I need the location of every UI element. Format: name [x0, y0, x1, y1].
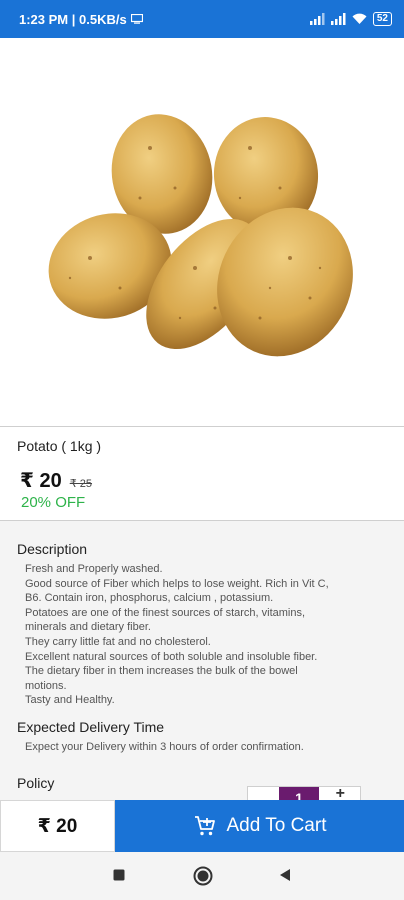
divider: [0, 426, 404, 427]
circle-icon: [193, 866, 213, 886]
home-button[interactable]: [193, 866, 213, 891]
status-right: 52: [309, 12, 392, 26]
delivery-title: Expected Delivery Time: [17, 719, 165, 735]
status-left: 1:23 PM | 0.5KB/s: [19, 12, 143, 27]
cart-total: ₹ 20: [0, 800, 115, 852]
add-to-cart-label: Add To Cart: [226, 815, 327, 836]
description-text: Fresh and Properly washed. Good source o…: [25, 562, 385, 708]
description-line: They carry little fat and no cholesterol…: [25, 635, 211, 648]
system-nav-bar: [0, 852, 404, 900]
screen-cast-icon: [130, 14, 143, 24]
potato-image: [48, 114, 353, 357]
description-line: Good source of Fiber which helps to lose…: [25, 577, 329, 590]
status-time: 1:23 PM | 0.5KB/s: [19, 11, 127, 27]
product-price: ₹ 20: [20, 470, 62, 492]
bottom-bar: ₹ 20 Add To Cart: [0, 800, 404, 852]
recent-apps-button[interactable]: [113, 868, 125, 886]
description-line: Tasty and Healthy.: [25, 694, 115, 707]
description-line: minerals and dietary fiber.: [25, 621, 151, 634]
signal-icon: [309, 13, 325, 25]
back-button[interactable]: [279, 868, 291, 887]
discount-label: 20% OFF: [21, 494, 86, 511]
product-name: Potato ( 1kg ): [17, 438, 102, 454]
quantity-plus-button[interactable]: +: [336, 787, 345, 801]
price-row: ₹ 20 ₹ 25: [20, 468, 92, 493]
add-cart-icon: [194, 816, 215, 836]
policy-title: Policy: [17, 775, 55, 791]
product-image: [0, 38, 404, 426]
add-to-cart-button[interactable]: Add To Cart: [115, 800, 404, 852]
description-line: Excellent natural sources of both solubl…: [25, 650, 318, 663]
description-title: Description: [17, 541, 88, 557]
square-icon: [113, 869, 125, 881]
signal-icon-2: [330, 13, 346, 25]
description-line: motions.: [25, 679, 67, 692]
battery-icon: 52: [372, 12, 392, 26]
status-bar: 1:23 PM | 0.5KB/s 52: [0, 0, 404, 38]
quantity-stepper[interactable]: 1 +: [247, 786, 361, 801]
triangle-icon: [280, 869, 290, 881]
description-line: Fresh and Properly washed.: [25, 563, 163, 575]
description-line: B6. Contain iron, phosphorus, calcium , …: [25, 592, 274, 605]
delivery-text: Expect your Delivery within 3 hours of o…: [25, 741, 304, 753]
description-line: The dietary fiber in them increases the …: [25, 665, 298, 678]
wifi-icon: [352, 13, 367, 24]
quantity-value: 1: [279, 787, 319, 801]
product-mrp: ₹ 25: [69, 478, 93, 490]
description-line: Potatoes are one of the finest sources o…: [25, 606, 306, 619]
